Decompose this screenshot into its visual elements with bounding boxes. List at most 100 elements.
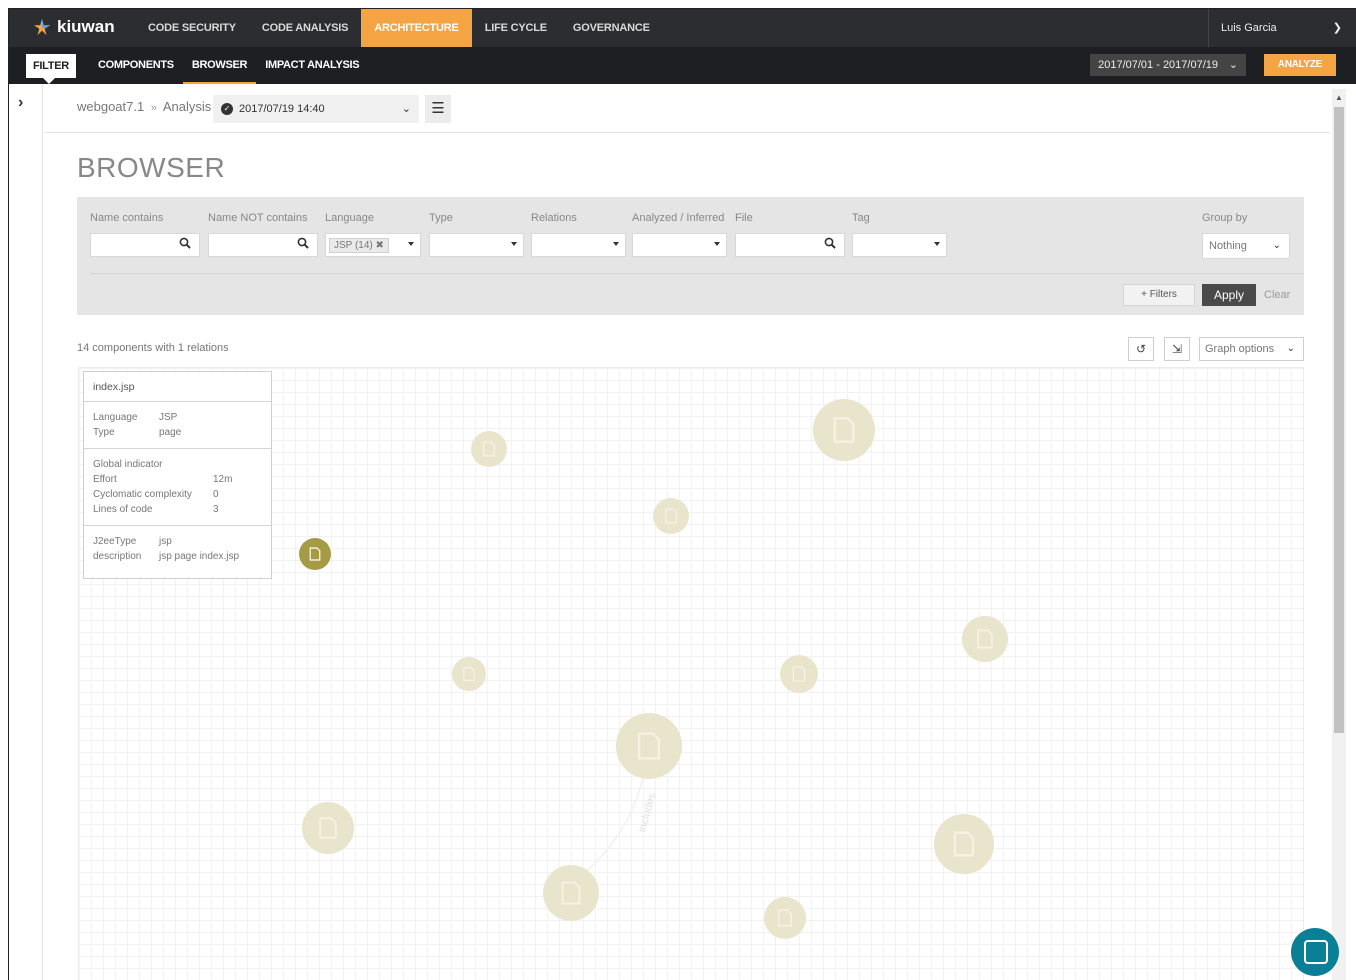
global-indicator-label: Global indicator	[93, 459, 163, 470]
cyclomatic-value: 0	[213, 489, 219, 500]
loc-value: 3	[213, 504, 219, 515]
language-chip[interactable]: JSP (14) ✖	[329, 238, 389, 253]
language-key: Language	[93, 412, 138, 423]
file-label: File	[735, 212, 753, 224]
analyzed-inferred-label: Analyzed / Inferred	[632, 212, 725, 224]
description-key: description	[93, 551, 142, 562]
tag-select[interactable]	[852, 233, 947, 257]
graph-node[interactable]	[543, 865, 599, 921]
user-menu[interactable]: Luis Garcia ❯	[1208, 9, 1356, 47]
type-select[interactable]	[429, 233, 524, 257]
scrollbar-thumb[interactable]	[1334, 107, 1344, 733]
hamburger-menu-button[interactable]: ☰	[425, 95, 451, 123]
date-range-value: 2017/07/01 - 2017/07/19	[1098, 59, 1218, 71]
nav-architecture[interactable]: ARCHITECTURE	[361, 9, 472, 47]
analysis-date-value: 2017/07/19 14:40	[239, 103, 325, 115]
card-section-basic: Language JSP Type page	[84, 402, 271, 449]
card-title: index.jsp	[84, 372, 271, 402]
nav-code-security[interactable]: CODE SECURITY	[135, 9, 249, 47]
analyzed-inferred-select[interactable]	[632, 233, 727, 257]
nav-governance[interactable]: GOVERNANCE	[560, 9, 663, 47]
file-input[interactable]	[735, 233, 845, 257]
filter-button[interactable]: FILTER	[26, 54, 76, 84]
tab-impact-analysis[interactable]: IMPACT ANALYSIS	[256, 47, 368, 84]
analysis-date-select[interactable]: ✓ 2017/07/19 14:40 ⌄	[213, 95, 419, 123]
graph-node[interactable]	[813, 399, 875, 461]
graph-node[interactable]	[764, 897, 806, 939]
main-nav: CODE SECURITY CODE ANALYSIS ARCHITECTURE…	[135, 9, 663, 47]
graph-node[interactable]	[653, 498, 689, 534]
divider	[45, 132, 1330, 133]
type-key: Type	[93, 427, 115, 438]
breadcrumb: webgoat7.1 » Analysis	[77, 99, 211, 114]
graph-node[interactable]	[616, 713, 682, 779]
tab-components[interactable]: COMPONENTS	[89, 47, 183, 84]
chevron-right-icon[interactable]: ›	[18, 94, 23, 112]
top-navigation-bar: kiuwan CODE SECURITY CODE ANALYSIS ARCHI…	[9, 9, 1356, 47]
sidebar-toggle-strip: ›	[9, 84, 43, 980]
refresh-layout-icon: ↺	[1135, 342, 1147, 356]
name-not-contains-input[interactable]	[208, 233, 318, 257]
description-value: jsp page index.jsp	[159, 551, 240, 562]
graph-node[interactable]	[962, 616, 1008, 662]
graph-node[interactable]	[471, 431, 507, 467]
nav-code-analysis[interactable]: CODE ANALYSIS	[249, 9, 361, 47]
relations-label: Relations	[531, 212, 577, 224]
graph-fit-button[interactable]: ⇲	[1164, 337, 1190, 361]
graph-layout-button[interactable]: ↺	[1128, 337, 1154, 361]
graph-options-select[interactable]: Graph options ⌄	[1199, 337, 1304, 361]
type-label: Type	[429, 212, 453, 224]
name-contains-input[interactable]	[90, 233, 200, 257]
breadcrumb-separator: »	[150, 102, 157, 114]
j2ee-type-value: jsp	[159, 536, 172, 547]
graph-edge-label: includes	[636, 791, 658, 834]
caret-down-icon	[934, 242, 940, 246]
relations-select[interactable]	[531, 233, 626, 257]
remove-chip-icon[interactable]: ✖	[376, 240, 384, 251]
name-contains-label: Name contains	[90, 212, 164, 224]
page-scrollbar[interactable]: ▲	[1332, 89, 1346, 980]
graph-node[interactable]	[302, 802, 354, 854]
name-not-contains-label: Name NOT contains	[208, 212, 308, 224]
filter-panel: Name contains Name NOT contains Language…	[77, 197, 1304, 315]
caret-down-icon	[408, 242, 414, 246]
sub-nav: COMPONENTS BROWSER IMPACT ANALYSIS	[89, 47, 368, 84]
tag-label: Tag	[852, 212, 870, 224]
date-range-select[interactable]: 2017/07/01 - 2017/07/19 ⌄	[1090, 54, 1246, 76]
chat-launcher-button[interactable]	[1291, 928, 1339, 976]
hamburger-icon: ☰	[431, 100, 445, 117]
search-icon	[179, 237, 191, 249]
graph-node[interactable]	[452, 657, 486, 691]
graph-node-selected[interactable]	[299, 538, 331, 570]
effort-key: Effort	[93, 474, 117, 485]
app-window: kiuwan CODE SECURITY CODE ANALYSIS ARCHI…	[8, 8, 1356, 980]
graph-node[interactable]	[780, 655, 818, 693]
language-select[interactable]: JSP (14) ✖	[325, 233, 421, 257]
group-by-select[interactable]: Nothing ⌄	[1202, 233, 1290, 259]
graph-node[interactable]	[934, 814, 994, 874]
chevron-down-icon: ⌄	[1228, 59, 1238, 71]
tab-browser[interactable]: BROWSER	[182, 47, 257, 84]
caret-down-icon	[511, 242, 517, 246]
sub-navigation-bar: FILTER COMPONENTS BROWSER IMPACT ANALYSI…	[9, 47, 1356, 84]
caret-down-icon	[613, 242, 619, 246]
nav-life-cycle[interactable]: LIFE CYCLE	[472, 9, 560, 47]
more-filters-button[interactable]: + Filters	[1123, 284, 1195, 306]
chevron-down-icon: ⌄	[1286, 343, 1295, 354]
component-detail-card: index.jsp Language JSP Type page Global in…	[83, 371, 272, 579]
j2ee-type-key: J2eeType	[93, 536, 137, 547]
caret-down-icon	[714, 242, 720, 246]
breadcrumb-section: Analysis	[162, 99, 212, 114]
group-by-label: Group by	[1202, 212, 1248, 224]
breadcrumb-app[interactable]: webgoat7.1	[77, 99, 144, 114]
scroll-up-icon[interactable]: ▲	[1335, 93, 1343, 102]
search-icon	[297, 237, 309, 249]
kiuwan-logo[interactable]: kiuwan	[33, 17, 115, 37]
cyclomatic-key: Cyclomatic complexity	[93, 489, 192, 500]
card-section-metrics: Global indicator Effort 12m Cyclomatic co…	[84, 449, 271, 526]
clear-link[interactable]: Clear	[1264, 289, 1290, 301]
analyze-button[interactable]: ANALYZE	[1263, 54, 1336, 76]
loc-key: Lines of code	[93, 504, 153, 515]
apply-button[interactable]: Apply	[1202, 284, 1256, 306]
page-title: BROWSER	[77, 152, 226, 183]
